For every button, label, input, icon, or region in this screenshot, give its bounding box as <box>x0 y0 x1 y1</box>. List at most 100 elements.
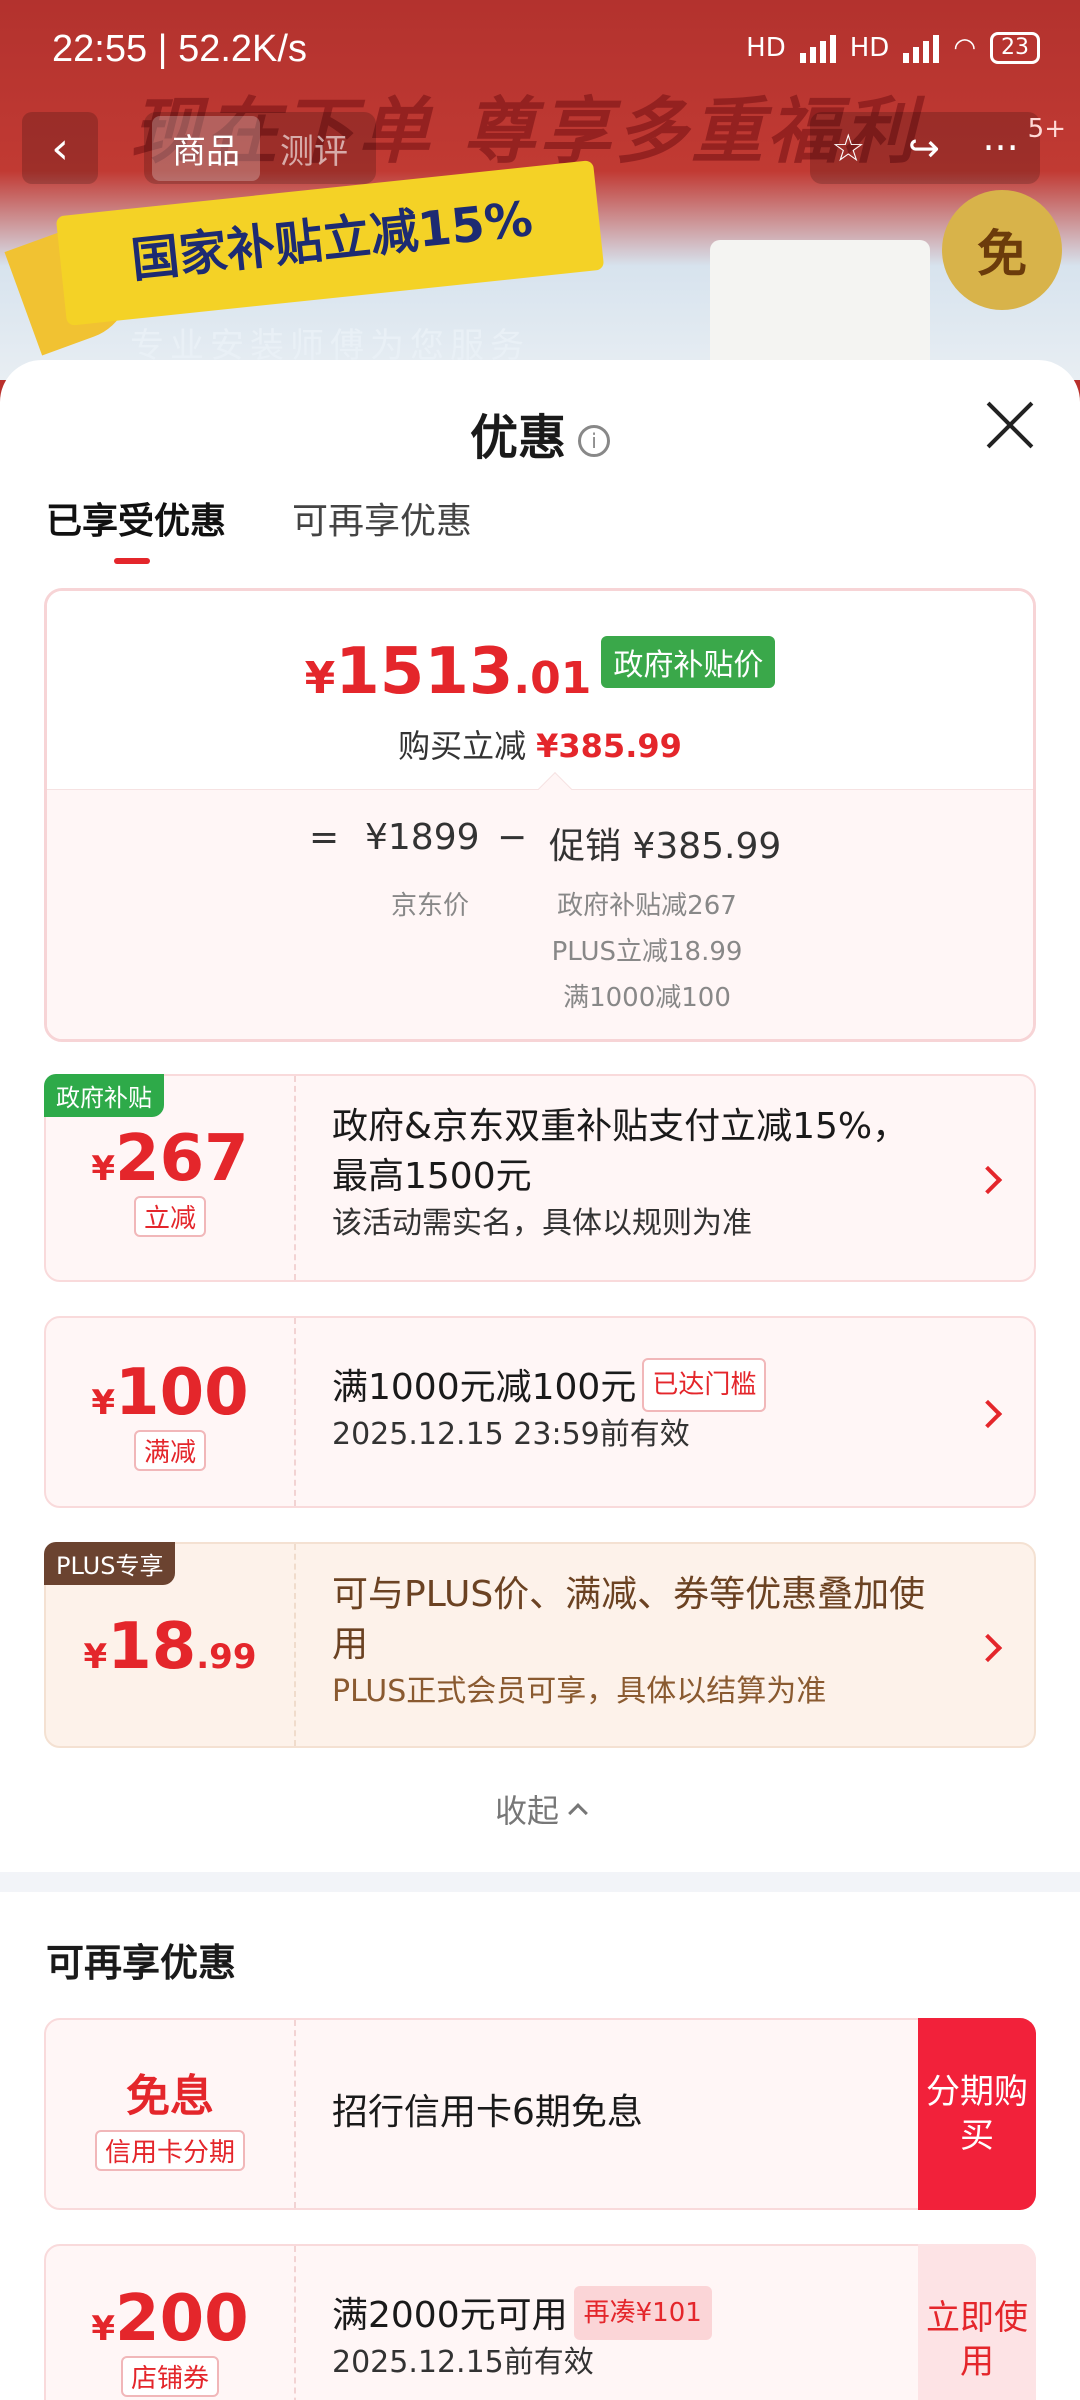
use-now-button[interactable]: 立即使用 <box>918 2244 1036 2400</box>
coupon-amount: ¥267 <box>46 1122 294 1196</box>
tab-applied[interactable]: 已享受优惠 <box>46 492 226 564</box>
promo-line-3: 满1000减100 <box>563 983 731 1013</box>
summary-top: ¥1513.01 政府补贴价 购买立减 ¥385.99 <box>47 591 1033 791</box>
add-more-badge: 再凑¥101 <box>573 2286 712 2340</box>
coupon-left: ¥100 满减 <box>46 1318 296 1506</box>
offer-title-text: 满2000元可用 <box>332 2295 568 2336</box>
collapse-button[interactable]: 收起 <box>0 1786 1080 1832</box>
free-badge: 免 <box>942 190 1062 310</box>
battery-icon: 23 <box>990 32 1040 64</box>
tab-more[interactable]: 可再享优惠 <box>292 492 472 564</box>
base-price: ¥1899 <box>365 817 480 858</box>
back-icon[interactable]: ‹ <box>22 112 98 184</box>
coupon-amount: ¥18.99 <box>46 1610 294 1684</box>
signal-icon-1 <box>799 33 836 63</box>
price-decimal: .01 <box>513 653 592 704</box>
coupon-title-text: 满1000元减100元 <box>332 1367 637 1408</box>
coupon-body: 政府&京东双重补贴支付立减15%，最高1500元 该活动需实名，具体以规则为准 <box>332 1102 944 1246</box>
offer-title: 招行信用卡6期免息 <box>332 2092 643 2133</box>
sheet-title-text: 优惠 <box>469 410 566 466</box>
coupon-currency: ¥ <box>91 1149 116 1189</box>
appliance-image <box>710 240 930 380</box>
nav-actions: ☆ ↪ ··· <box>810 112 1040 184</box>
coupon-card-gov[interactable]: ¥267 立减 政府补贴 政府&京东双重补贴支付立减15%，最高1500元 该活… <box>44 1074 1036 1282</box>
offer-left: ¥200 店铺券 <box>46 2246 296 2400</box>
wifi-icon: ◠ <box>953 33 976 63</box>
base-price-caption: 京东价 <box>390 891 469 921</box>
offer-type-tag: 店铺券 <box>120 2356 219 2397</box>
coupon-value: 100 <box>115 1356 249 1430</box>
coupon-corner-tag: 政府补贴 <box>44 1074 164 1117</box>
promo-line-2: PLUS立减18.99 <box>551 937 743 967</box>
minus-sign: − <box>497 817 528 858</box>
tab-reviews[interactable]: 测评 <box>260 116 368 181</box>
price-currency: ¥ <box>304 653 336 704</box>
coupon-currency: ¥ <box>91 1383 116 1423</box>
offer-body: 满2000元可用 再凑¥101 2025.12.15前有效 <box>332 2286 894 2385</box>
offer-card-installment[interactable]: 免息 信用卡分期 招行信用卡6期免息 分期购买 <box>44 2018 1036 2210</box>
signal-icon-2 <box>903 33 940 63</box>
status-icons: HD HD ◠ 23 <box>746 32 1040 64</box>
offer-desc: 2025.12.15前有效 <box>332 2345 594 2380</box>
collapse-label: 收起 <box>494 1792 559 1830</box>
coupon-desc: 2025.12.15 23:59前有效 <box>332 1417 690 1452</box>
favorite-icon[interactable]: ☆ <box>831 126 865 170</box>
close-icon[interactable] <box>984 400 1034 450</box>
share-icon[interactable]: ↪ <box>908 126 940 170</box>
tab-product[interactable]: 商品 <box>152 115 260 181</box>
coupon-card-threshold[interactable]: ¥100 满减 满1000元减100元 已达门槛 2025.12.15 23:59… <box>44 1316 1036 1508</box>
reduce-label: 购买立减 <box>398 727 527 765</box>
more-icon[interactable]: ··· <box>982 126 1018 170</box>
sheet-title: 优惠 i <box>0 398 1080 468</box>
offer-value: 200 <box>115 2282 249 2356</box>
hd-label-2: HD <box>849 33 890 63</box>
threshold-badge: 已达门槛 <box>642 1358 767 1412</box>
offer-type-tag: 信用卡分期 <box>94 2130 245 2171</box>
coupon-decimal: .99 <box>196 1637 257 1677</box>
coupon-body: 满1000元减100元 已达门槛 2025.12.15 23:59前有效 <box>332 1358 944 1457</box>
equals-sign: = <box>309 817 340 858</box>
discount-tabs: 已享受优惠 可再享优惠 <box>46 492 472 564</box>
section-divider <box>0 1872 1080 1892</box>
chevron-right-icon[interactable] <box>973 1165 1003 1195</box>
price-integer: 1513 <box>335 635 514 709</box>
installment-buy-button[interactable]: 分期购买 <box>918 2018 1036 2210</box>
chevron-right-icon[interactable] <box>973 1633 1003 1663</box>
promo-total: 促销 ¥385.99 <box>549 826 782 867</box>
price-summary: ¥1513.01 政府补贴价 购买立减 ¥385.99 = ¥1899 − 促销 ¥… <box>44 588 1036 1042</box>
coupon-desc: PLUS正式会员可享，具体以结算为准 <box>332 1674 827 1709</box>
final-price: ¥1513.01 政府补贴价 <box>47 635 1033 709</box>
coupon-value: 267 <box>115 1122 249 1196</box>
coupon-title: 满1000元减100元 已达门槛 <box>332 1358 944 1413</box>
coupon-type-tag: 立减 <box>133 1196 206 1237</box>
status-bar: 22:55 | 52.2K/s HD HD ◠ 23 <box>0 0 1080 100</box>
promo-line-1: 政府补贴减267 <box>557 891 737 921</box>
offer-title: 满2000元可用 再凑¥101 <box>332 2286 894 2341</box>
offer-currency: ¥ <box>91 2309 116 2349</box>
chevron-right-icon[interactable] <box>973 1399 1003 1429</box>
product-nav: ‹ 商品 测评 ☆ ↪ ··· 5+ <box>0 108 1080 188</box>
reduce-line: 购买立减 ¥385.99 <box>47 721 1033 767</box>
coupon-body: 可与PLUS价、满减、券等优惠叠加使用 PLUS正式会员可享，具体以结算为准 <box>332 1570 944 1714</box>
offer-body: 招行信用卡6期免息 <box>332 2088 894 2138</box>
info-icon[interactable]: i <box>578 425 610 457</box>
status-time: 22:55 | 52.2K/s <box>52 28 307 70</box>
chevron-up-icon <box>568 1803 588 1823</box>
hd-label-1: HD <box>746 33 786 63</box>
coupon-value: 18 <box>107 1610 197 1684</box>
coupon-amount: ¥100 <box>46 1356 294 1430</box>
coupon-corner-tag: PLUS专享 <box>44 1542 176 1585</box>
coupon-card-plus[interactable]: ¥18.99 PLUS专享 可与PLUS价、满减、券等优惠叠加使用 PLUS正式… <box>44 1542 1036 1748</box>
message-count: 5+ <box>1027 114 1066 144</box>
coupon-desc: 该活动需实名，具体以规则为准 <box>332 1206 752 1241</box>
coupon-title: 可与PLUS价、满减、券等优惠叠加使用 <box>332 1574 926 1665</box>
discount-sheet: 优惠 i 已享受优惠 可再享优惠 ¥1513.01 政府补贴价 购买立减 ¥385.9… <box>0 360 1080 2400</box>
offer-amount: ¥200 <box>46 2282 294 2356</box>
coupon-title: 政府&京东双重补贴支付立减15%，最高1500元 <box>332 1106 909 1197</box>
offer-left: 免息 信用卡分期 <box>46 2020 296 2208</box>
gov-price-tag: 政府补贴价 <box>601 636 776 688</box>
coupon-type-tag: 满减 <box>133 1430 206 1471</box>
offer-card-store-coupon[interactable]: ¥200 店铺券 满2000元可用 再凑¥101 2025.12.15前有效 立即… <box>44 2244 1036 2400</box>
offer-headline: 免息 <box>126 2071 214 2122</box>
product-tabs: 商品 测评 <box>144 112 376 184</box>
